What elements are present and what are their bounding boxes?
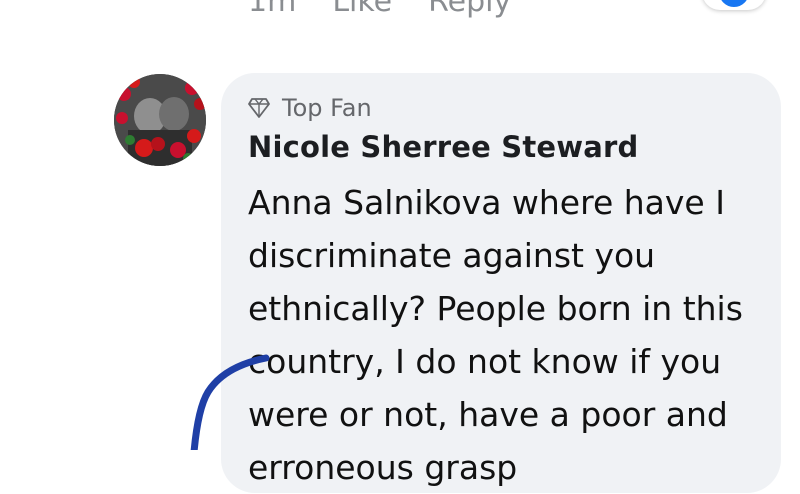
previous-comment-actions: 1m Like Reply [248,0,511,19]
reply-button[interactable]: Reply [428,0,511,19]
top-fan-badge: Top Fan [248,94,372,122]
reaction-badge[interactable] [702,0,766,10]
like-reaction-icon [716,0,752,10]
comment-text: Anna Salnikova where have I discriminate… [248,183,743,487]
badge-label: Top Fan [282,94,372,122]
comment-author[interactable]: Nicole Sherree Steward [248,130,639,164]
gem-icon [248,98,270,118]
timestamp[interactable]: 1m [248,0,296,19]
like-button[interactable]: Like [332,0,392,19]
avatar[interactable] [114,74,206,166]
avatar-image [114,74,206,166]
